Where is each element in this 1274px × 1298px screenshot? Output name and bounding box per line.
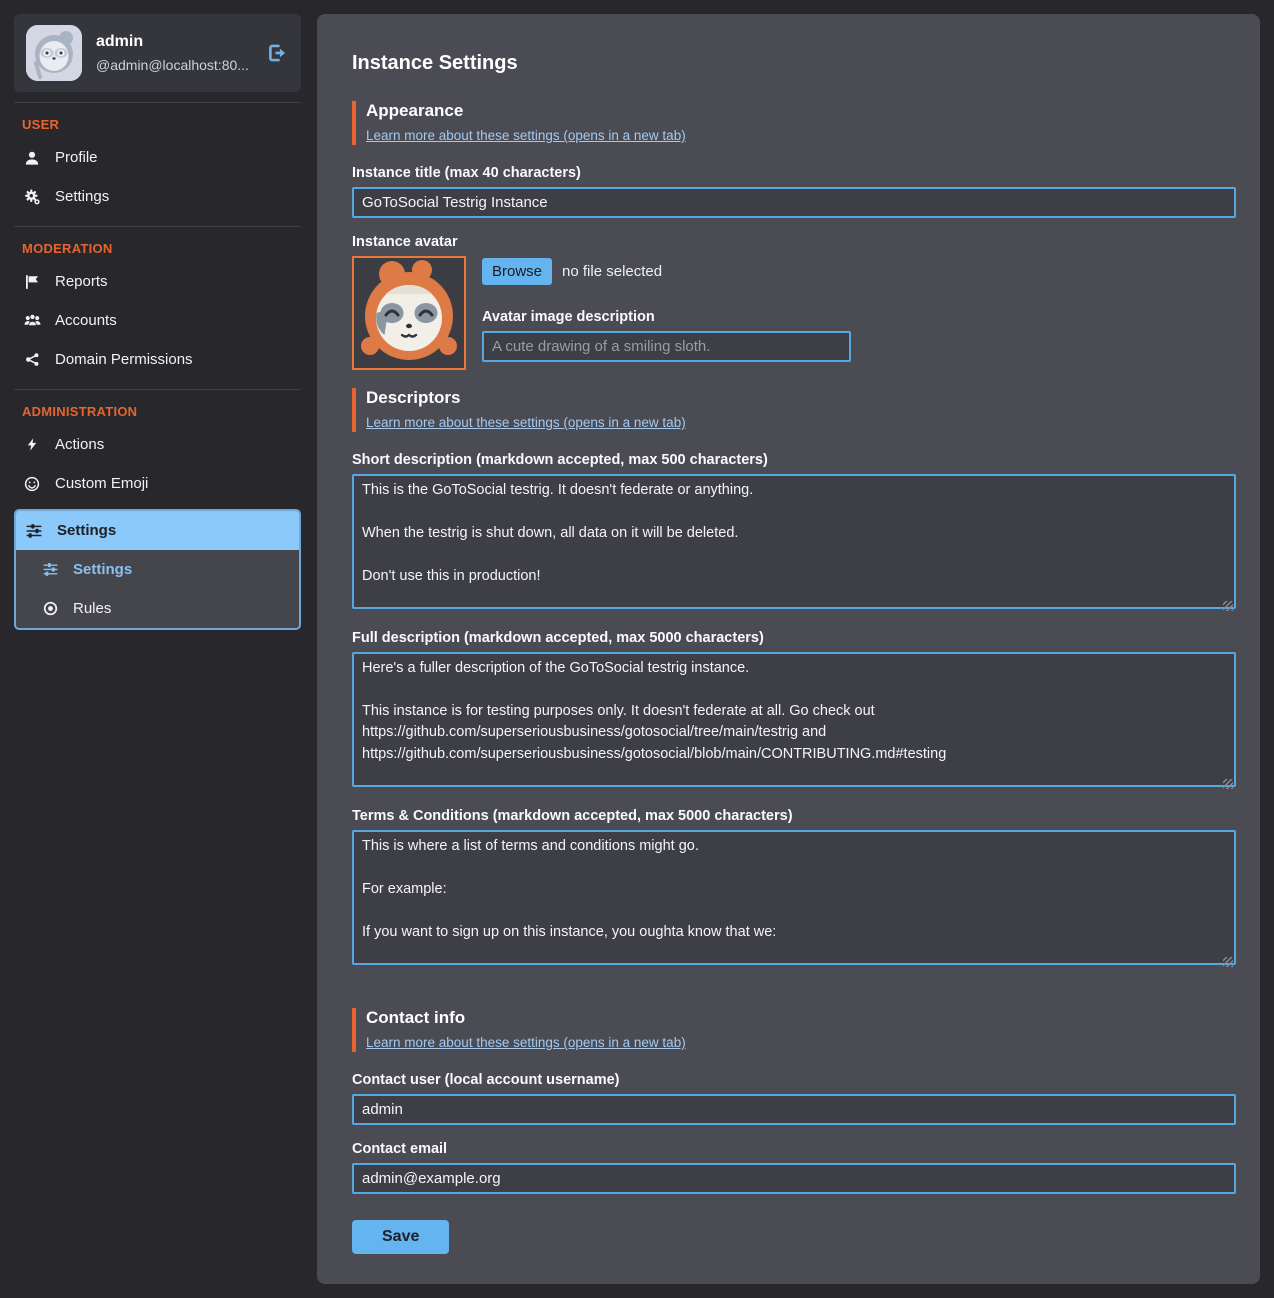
terms-group: Terms & Conditions (markdown accepted, m… xyxy=(352,808,1236,970)
full-description-textarea[interactable]: Here's a fuller description of the GoToS… xyxy=(352,652,1236,787)
gear-icon xyxy=(22,189,42,205)
settings-submenu: Settings Rules xyxy=(16,550,299,628)
contact-user-label: Contact user (local account username) xyxy=(352,1072,1236,1088)
descriptors-learn-more-link[interactable]: Learn more about these settings (opens i… xyxy=(366,415,686,430)
sign-out-icon xyxy=(265,42,287,64)
descriptors-heading: Descriptors xyxy=(366,388,1236,408)
appearance-section-header: Appearance Learn more about these settin… xyxy=(352,101,1236,145)
sidebar-section-user: USER Profile xyxy=(14,102,301,216)
submenu-item-rules[interactable]: Rules xyxy=(16,589,299,628)
sloth-avatar-orange-icon xyxy=(354,258,464,368)
section-header-moderation: MODERATION xyxy=(14,233,301,262)
user-handle: @admin@localhost:80... xyxy=(96,57,249,73)
section-header-user: USER xyxy=(14,109,301,138)
sidebar-item-domain-permissions[interactable]: Domain Permissions xyxy=(14,340,301,379)
contact-heading: Contact info xyxy=(366,1008,1236,1028)
app-layout: admin @admin@localhost:80... USER xyxy=(0,0,1274,1298)
sidebar-section-moderation: MODERATION Reports xyxy=(14,226,301,379)
contact-email-label: Contact email xyxy=(352,1141,1236,1157)
user-card[interactable]: admin @admin@localhost:80... xyxy=(14,14,301,92)
user-avatar xyxy=(26,25,82,81)
instance-title-group: Instance title (max 40 characters) xyxy=(352,165,1236,218)
instance-title-input[interactable] xyxy=(352,187,1236,218)
user-icon xyxy=(22,150,42,166)
full-description-label: Full description (markdown accepted, max… xyxy=(352,630,1236,646)
submenu-item-label: Rules xyxy=(73,600,111,617)
sidebar-item-settings-user[interactable]: Settings xyxy=(14,177,301,216)
instance-settings-panel: Instance Settings Appearance Learn more … xyxy=(317,14,1260,1284)
instance-title-label: Instance title (max 40 characters) xyxy=(352,165,1236,181)
browse-button[interactable]: Browse xyxy=(482,258,552,285)
logout-button[interactable] xyxy=(263,40,289,66)
flag-icon xyxy=(22,274,42,290)
sidebar-item-reports[interactable]: Reports xyxy=(14,262,301,301)
circle-dot-icon xyxy=(40,601,60,616)
avatar-description-input[interactable] xyxy=(482,331,851,362)
share-nodes-icon xyxy=(22,352,42,367)
sloth-avatar-icon xyxy=(26,25,82,81)
users-icon xyxy=(22,313,42,328)
sidebar-item-label: Settings xyxy=(57,522,116,539)
avatar-controls: Browse no file selected Avatar image des… xyxy=(482,256,851,370)
sidebar-item-actions[interactable]: Actions xyxy=(14,425,301,464)
save-button[interactable]: Save xyxy=(352,1220,449,1254)
sidebar-section-administration: ADMINISTRATION Actions xyxy=(14,389,301,630)
smiley-icon xyxy=(22,476,42,492)
submenu-item-settings[interactable]: Settings xyxy=(16,550,299,589)
sidebar-item-profile[interactable]: Profile xyxy=(14,138,301,177)
sidebar-item-label: Domain Permissions xyxy=(55,351,193,368)
contact-email-input[interactable] xyxy=(352,1163,1236,1194)
short-description-label: Short description (markdown accepted, ma… xyxy=(352,452,1236,468)
terms-label: Terms & Conditions (markdown accepted, m… xyxy=(352,808,1236,824)
contact-email-group: Contact email xyxy=(352,1141,1236,1194)
user-meta: admin @admin@localhost:80... xyxy=(96,33,249,73)
contact-section-header: Contact info Learn more about these sett… xyxy=(352,1008,1236,1052)
instance-avatar-image xyxy=(352,256,466,370)
appearance-heading: Appearance xyxy=(366,101,1236,121)
sidebar-item-custom-emoji[interactable]: Custom Emoji xyxy=(14,464,301,503)
sidebar-settings-group: Settings xyxy=(14,509,301,630)
sidebar-item-settings-admin[interactable]: Settings xyxy=(16,511,299,550)
sidebar-item-label: Reports xyxy=(55,273,108,290)
sidebar-item-label: Accounts xyxy=(55,312,117,329)
sidebar-item-accounts[interactable]: Accounts xyxy=(14,301,301,340)
short-description-group: Short description (markdown accepted, ma… xyxy=(352,452,1236,614)
sliders-icon xyxy=(24,523,44,539)
user-name: admin xyxy=(96,33,249,51)
sidebar: admin @admin@localhost:80... USER xyxy=(14,14,301,630)
short-description-textarea[interactable]: This is the GoToSocial testrig. It doesn… xyxy=(352,474,1236,609)
contact-learn-more-link[interactable]: Learn more about these settings (opens i… xyxy=(366,1035,686,1050)
file-status-text: no file selected xyxy=(562,263,662,280)
sidebar-item-label: Custom Emoji xyxy=(55,475,148,492)
full-description-group: Full description (markdown accepted, max… xyxy=(352,630,1236,792)
section-header-administration: ADMINISTRATION xyxy=(14,396,301,425)
page-title: Instance Settings xyxy=(352,52,1236,75)
sidebar-item-label: Profile xyxy=(55,149,98,166)
sidebar-item-label: Actions xyxy=(55,436,104,453)
appearance-learn-more-link[interactable]: Learn more about these settings (opens i… xyxy=(366,128,686,143)
bolt-icon xyxy=(22,437,42,452)
sliders-icon xyxy=(40,562,60,577)
instance-avatar-label: Instance avatar xyxy=(352,234,1236,250)
avatar-description-label: Avatar image description xyxy=(482,309,851,325)
descriptors-section-header: Descriptors Learn more about these setti… xyxy=(352,388,1236,432)
sidebar-item-label: Settings xyxy=(55,188,109,205)
contact-user-group: Contact user (local account username) xyxy=(352,1072,1236,1125)
instance-avatar-group: Instance avatar xyxy=(352,234,1236,370)
terms-textarea[interactable]: This is where a list of terms and condit… xyxy=(352,830,1236,965)
submenu-item-label: Settings xyxy=(73,561,132,578)
contact-user-input[interactable] xyxy=(352,1094,1236,1125)
